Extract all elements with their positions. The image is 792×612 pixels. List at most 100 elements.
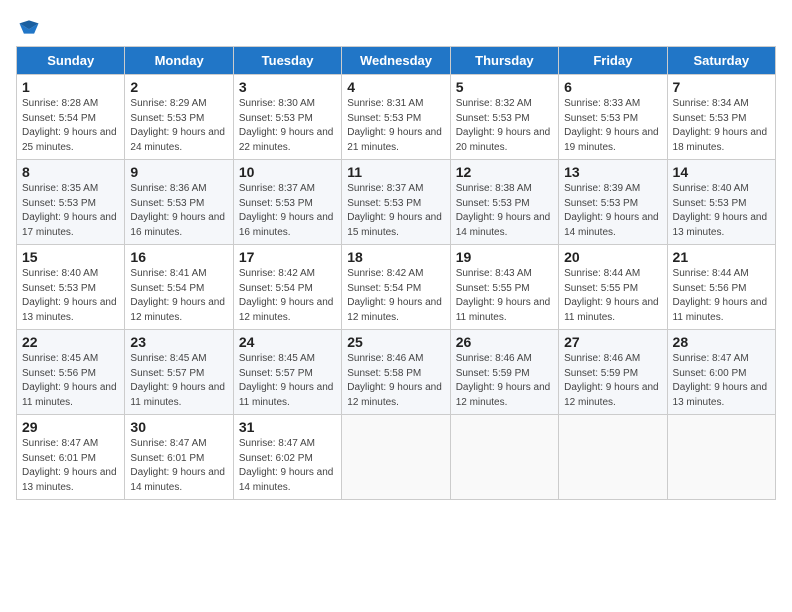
- calendar-cell: 25 Sunrise: 8:46 AMSunset: 5:58 PMDayligh…: [342, 330, 450, 415]
- calendar-cell: 27 Sunrise: 8:46 AMSunset: 5:59 PMDayligh…: [559, 330, 667, 415]
- day-number: 27: [564, 334, 661, 350]
- calendar-header-row: SundayMondayTuesdayWednesdayThursdayFrid…: [17, 47, 776, 75]
- day-info: Sunrise: 8:34 AMSunset: 5:53 PMDaylight:…: [673, 98, 768, 153]
- day-info: Sunrise: 8:42 AMSunset: 5:54 PMDaylight:…: [347, 268, 442, 323]
- day-info: Sunrise: 8:40 AMSunset: 5:53 PMDaylight:…: [673, 183, 768, 238]
- day-info: Sunrise: 8:43 AMSunset: 5:55 PMDaylight:…: [456, 268, 551, 323]
- day-info: Sunrise: 8:38 AMSunset: 5:53 PMDaylight:…: [456, 183, 551, 238]
- day-info: Sunrise: 8:37 AMSunset: 5:53 PMDaylight:…: [239, 183, 334, 238]
- day-number: 17: [239, 249, 336, 265]
- day-number: 23: [130, 334, 227, 350]
- day-info: Sunrise: 8:47 AMSunset: 6:00 PMDaylight:…: [673, 353, 768, 408]
- calendar-cell: [342, 415, 450, 500]
- day-number: 22: [22, 334, 119, 350]
- day-info: Sunrise: 8:40 AMSunset: 5:53 PMDaylight:…: [22, 268, 117, 323]
- calendar-day-header: Wednesday: [342, 47, 450, 75]
- page-header: [16, 16, 776, 38]
- day-number: 2: [130, 79, 227, 95]
- logo: [16, 16, 40, 38]
- calendar-cell: 30Sunrise: 8:47 AMSunset: 6:01 PMDayligh…: [125, 415, 233, 500]
- calendar-day-header: Saturday: [667, 47, 775, 75]
- day-info: Sunrise: 8:28 AMSunset: 5:54 PMDaylight:…: [22, 98, 117, 153]
- day-number: 13: [564, 164, 661, 180]
- day-number: 4: [347, 79, 444, 95]
- day-number: 18: [347, 249, 444, 265]
- day-info: Sunrise: 8:44 AMSunset: 5:55 PMDaylight:…: [564, 268, 659, 323]
- day-number: 10: [239, 164, 336, 180]
- day-number: 8: [22, 164, 119, 180]
- calendar-cell: 7 Sunrise: 8:34 AMSunset: 5:53 PMDaylight…: [667, 75, 775, 160]
- day-number: 15: [22, 249, 119, 265]
- calendar-cell: 24Sunrise: 8:45 AMSunset: 5:57 PMDayligh…: [233, 330, 341, 415]
- calendar-cell: 21 Sunrise: 8:44 AMSunset: 5:56 PMDayligh…: [667, 245, 775, 330]
- calendar-cell: 6 Sunrise: 8:33 AMSunset: 5:53 PMDaylight…: [559, 75, 667, 160]
- calendar-cell: 5 Sunrise: 8:32 AMSunset: 5:53 PMDaylight…: [450, 75, 558, 160]
- calendar-cell: 3 Sunrise: 8:30 AMSunset: 5:53 PMDaylight…: [233, 75, 341, 160]
- day-info: Sunrise: 8:32 AMSunset: 5:53 PMDaylight:…: [456, 98, 551, 153]
- calendar-week-row: 15 Sunrise: 8:40 AMSunset: 5:53 PMDayligh…: [17, 245, 776, 330]
- logo-icon: [18, 16, 40, 38]
- calendar-week-row: 29 Sunrise: 8:47 AMSunset: 6:01 PMDayligh…: [17, 415, 776, 500]
- calendar-cell: 23Sunrise: 8:45 AMSunset: 5:57 PMDayligh…: [125, 330, 233, 415]
- calendar-week-row: 22Sunrise: 8:45 AMSunset: 5:56 PMDayligh…: [17, 330, 776, 415]
- day-info: Sunrise: 8:45 AMSunset: 5:57 PMDaylight:…: [239, 353, 334, 408]
- day-number: 9: [130, 164, 227, 180]
- calendar-cell: 16 Sunrise: 8:41 AMSunset: 5:54 PMDayligh…: [125, 245, 233, 330]
- calendar-cell: 18 Sunrise: 8:42 AMSunset: 5:54 PMDayligh…: [342, 245, 450, 330]
- calendar-cell: 15 Sunrise: 8:40 AMSunset: 5:53 PMDayligh…: [17, 245, 125, 330]
- day-number: 29: [22, 419, 119, 435]
- calendar-cell: 12 Sunrise: 8:38 AMSunset: 5:53 PMDayligh…: [450, 160, 558, 245]
- day-info: Sunrise: 8:30 AMSunset: 5:53 PMDaylight:…: [239, 98, 334, 153]
- day-info: Sunrise: 8:46 AMSunset: 5:59 PMDaylight:…: [564, 353, 659, 408]
- day-number: 25: [347, 334, 444, 350]
- day-number: 26: [456, 334, 553, 350]
- day-info: Sunrise: 8:47 AMSunset: 6:02 PMDaylight:…: [239, 438, 334, 493]
- calendar-cell: 17 Sunrise: 8:42 AMSunset: 5:54 PMDayligh…: [233, 245, 341, 330]
- calendar-cell: 22Sunrise: 8:45 AMSunset: 5:56 PMDayligh…: [17, 330, 125, 415]
- calendar-day-header: Monday: [125, 47, 233, 75]
- day-number: 11: [347, 164, 444, 180]
- calendar-cell: 1Sunrise: 8:28 AMSunset: 5:54 PMDaylight…: [17, 75, 125, 160]
- day-number: 3: [239, 79, 336, 95]
- calendar-day-header: Sunday: [17, 47, 125, 75]
- day-info: Sunrise: 8:29 AMSunset: 5:53 PMDaylight:…: [130, 98, 225, 153]
- calendar-cell: 2 Sunrise: 8:29 AMSunset: 5:53 PMDaylight…: [125, 75, 233, 160]
- calendar-cell: 19Sunrise: 8:43 AMSunset: 5:55 PMDayligh…: [450, 245, 558, 330]
- day-info: Sunrise: 8:41 AMSunset: 5:54 PMDaylight:…: [130, 268, 225, 323]
- day-info: Sunrise: 8:31 AMSunset: 5:53 PMDaylight:…: [347, 98, 442, 153]
- calendar-week-row: 1Sunrise: 8:28 AMSunset: 5:54 PMDaylight…: [17, 75, 776, 160]
- day-number: 6: [564, 79, 661, 95]
- calendar-day-header: Friday: [559, 47, 667, 75]
- calendar-body: 1Sunrise: 8:28 AMSunset: 5:54 PMDaylight…: [17, 75, 776, 500]
- calendar-week-row: 8Sunrise: 8:35 AMSunset: 5:53 PMDaylight…: [17, 160, 776, 245]
- day-info: Sunrise: 8:42 AMSunset: 5:54 PMDaylight:…: [239, 268, 334, 323]
- day-number: 30: [130, 419, 227, 435]
- day-info: Sunrise: 8:39 AMSunset: 5:53 PMDaylight:…: [564, 183, 659, 238]
- calendar-cell: 31Sunrise: 8:47 AMSunset: 6:02 PMDayligh…: [233, 415, 341, 500]
- calendar-cell: 10 Sunrise: 8:37 AMSunset: 5:53 PMDayligh…: [233, 160, 341, 245]
- day-number: 14: [673, 164, 770, 180]
- day-info: Sunrise: 8:33 AMSunset: 5:53 PMDaylight:…: [564, 98, 659, 153]
- calendar-cell: [559, 415, 667, 500]
- calendar-cell: 11 Sunrise: 8:37 AMSunset: 5:53 PMDayligh…: [342, 160, 450, 245]
- day-number: 16: [130, 249, 227, 265]
- day-info: Sunrise: 8:37 AMSunset: 5:53 PMDaylight:…: [347, 183, 442, 238]
- calendar-cell: 20 Sunrise: 8:44 AMSunset: 5:55 PMDayligh…: [559, 245, 667, 330]
- day-info: Sunrise: 8:47 AMSunset: 6:01 PMDaylight:…: [22, 438, 117, 493]
- calendar-cell: 4 Sunrise: 8:31 AMSunset: 5:53 PMDaylight…: [342, 75, 450, 160]
- day-number: 7: [673, 79, 770, 95]
- day-number: 20: [564, 249, 661, 265]
- day-number: 28: [673, 334, 770, 350]
- calendar-cell: 29 Sunrise: 8:47 AMSunset: 6:01 PMDayligh…: [17, 415, 125, 500]
- calendar-day-header: Thursday: [450, 47, 558, 75]
- day-number: 21: [673, 249, 770, 265]
- calendar-cell: 28 Sunrise: 8:47 AMSunset: 6:00 PMDayligh…: [667, 330, 775, 415]
- calendar-day-header: Tuesday: [233, 47, 341, 75]
- calendar-cell: 9Sunrise: 8:36 AMSunset: 5:53 PMDaylight…: [125, 160, 233, 245]
- day-number: 5: [456, 79, 553, 95]
- day-info: Sunrise: 8:46 AMSunset: 5:58 PMDaylight:…: [347, 353, 442, 408]
- day-info: Sunrise: 8:44 AMSunset: 5:56 PMDaylight:…: [673, 268, 768, 323]
- calendar-cell: 26Sunrise: 8:46 AMSunset: 5:59 PMDayligh…: [450, 330, 558, 415]
- calendar-cell: [667, 415, 775, 500]
- day-number: 12: [456, 164, 553, 180]
